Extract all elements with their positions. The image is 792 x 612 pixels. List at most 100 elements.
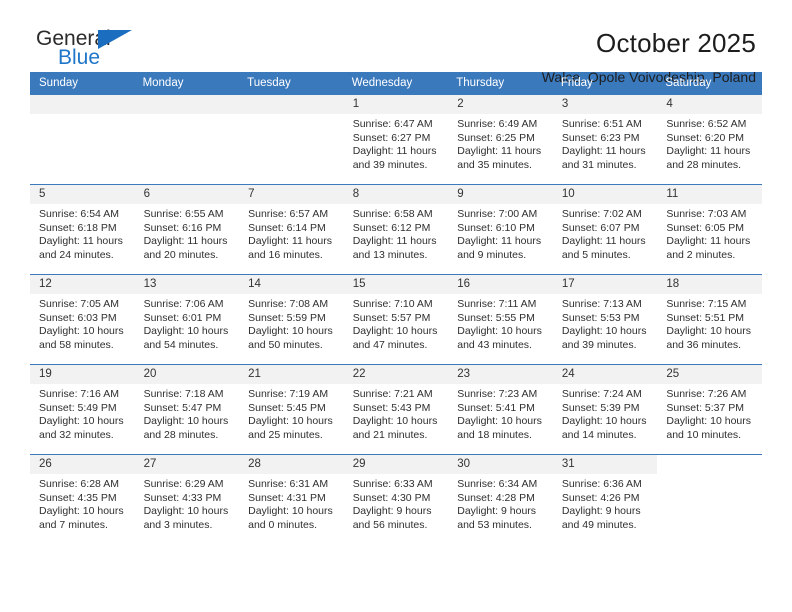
calendar-day-cell[interactable]: 12Sunrise: 7:05 AMSunset: 6:03 PMDayligh… xyxy=(30,275,135,365)
calendar-day-cell[interactable]: 27Sunrise: 6:29 AMSunset: 4:33 PMDayligh… xyxy=(135,455,240,545)
calendar-day-cell[interactable]: 1Sunrise: 6:47 AMSunset: 6:27 PMDaylight… xyxy=(344,95,449,185)
calendar-day-cell[interactable]: 29Sunrise: 6:33 AMSunset: 4:30 PMDayligh… xyxy=(344,455,449,545)
sunset-text: Sunset: 5:37 PM xyxy=(666,402,756,416)
calendar-day-cell[interactable]: 14Sunrise: 7:08 AMSunset: 5:59 PMDayligh… xyxy=(239,275,344,365)
calendar-day-cell[interactable]: 23Sunrise: 7:23 AMSunset: 5:41 PMDayligh… xyxy=(448,365,553,455)
day-cell-inner: 19Sunrise: 7:16 AMSunset: 5:49 PMDayligh… xyxy=(30,365,135,454)
daylight-text: and 20 minutes. xyxy=(144,249,234,263)
day-cell-inner: 11Sunrise: 7:03 AMSunset: 6:05 PMDayligh… xyxy=(657,185,762,274)
calendar-day-cell[interactable]: 20Sunrise: 7:18 AMSunset: 5:47 PMDayligh… xyxy=(135,365,240,455)
sunset-text: Sunset: 6:05 PM xyxy=(666,222,756,236)
day-number: 10 xyxy=(553,185,658,204)
day-details: Sunrise: 6:34 AMSunset: 4:28 PMDaylight:… xyxy=(448,474,553,532)
daylight-text: and 36 minutes. xyxy=(666,339,756,353)
day-details: Sunrise: 6:49 AMSunset: 6:25 PMDaylight:… xyxy=(448,114,553,172)
sunset-text: Sunset: 4:30 PM xyxy=(353,492,443,506)
calendar-day-cell[interactable]: 26Sunrise: 6:28 AMSunset: 4:35 PMDayligh… xyxy=(30,455,135,545)
daylight-text: Daylight: 10 hours xyxy=(248,505,338,519)
calendar-week-row: 1Sunrise: 6:47 AMSunset: 6:27 PMDaylight… xyxy=(30,95,762,185)
day-number: 23 xyxy=(448,365,553,384)
calendar-day-cell[interactable]: 25Sunrise: 7:26 AMSunset: 5:37 PMDayligh… xyxy=(657,365,762,455)
calendar-day-cell[interactable]: 2Sunrise: 6:49 AMSunset: 6:25 PMDaylight… xyxy=(448,95,553,185)
daylight-text: and 5 minutes. xyxy=(562,249,652,263)
day-number: 31 xyxy=(553,455,658,474)
day-cell-inner: 23Sunrise: 7:23 AMSunset: 5:41 PMDayligh… xyxy=(448,365,553,454)
day-details: Sunrise: 7:15 AMSunset: 5:51 PMDaylight:… xyxy=(657,294,762,352)
daylight-text: and 47 minutes. xyxy=(353,339,443,353)
sunrise-text: Sunrise: 6:34 AM xyxy=(457,478,547,492)
daylight-text: Daylight: 10 hours xyxy=(457,415,547,429)
calendar-day-cell[interactable]: 15Sunrise: 7:10 AMSunset: 5:57 PMDayligh… xyxy=(344,275,449,365)
sunrise-text: Sunrise: 6:31 AM xyxy=(248,478,338,492)
day-cell-inner: 24Sunrise: 7:24 AMSunset: 5:39 PMDayligh… xyxy=(553,365,658,454)
weekday-header-monday: Monday xyxy=(135,72,240,95)
sunset-text: Sunset: 6:27 PM xyxy=(353,132,443,146)
sunrise-text: Sunrise: 7:19 AM xyxy=(248,388,338,402)
day-number: 28 xyxy=(239,455,344,474)
day-cell-inner: 16Sunrise: 7:11 AMSunset: 5:55 PMDayligh… xyxy=(448,275,553,364)
sunset-text: Sunset: 6:10 PM xyxy=(457,222,547,236)
calendar-day-cell[interactable]: 17Sunrise: 7:13 AMSunset: 5:53 PMDayligh… xyxy=(553,275,658,365)
calendar-day-cell[interactable]: 30Sunrise: 6:34 AMSunset: 4:28 PMDayligh… xyxy=(448,455,553,545)
calendar-day-cell[interactable]: 8Sunrise: 6:58 AMSunset: 6:12 PMDaylight… xyxy=(344,185,449,275)
daylight-text: and 32 minutes. xyxy=(39,429,129,443)
calendar-day-cell[interactable]: 6Sunrise: 6:55 AMSunset: 6:16 PMDaylight… xyxy=(135,185,240,275)
sunrise-text: Sunrise: 7:13 AM xyxy=(562,298,652,312)
calendar-day-cell[interactable]: 18Sunrise: 7:15 AMSunset: 5:51 PMDayligh… xyxy=(657,275,762,365)
sunrise-text: Sunrise: 6:55 AM xyxy=(144,208,234,222)
day-number: 3 xyxy=(553,95,658,114)
calendar-day-cell[interactable]: 9Sunrise: 7:00 AMSunset: 6:10 PMDaylight… xyxy=(448,185,553,275)
calendar-day-cell[interactable]: 5Sunrise: 6:54 AMSunset: 6:18 PMDaylight… xyxy=(30,185,135,275)
day-number: 15 xyxy=(344,275,449,294)
day-number: 29 xyxy=(344,455,449,474)
calendar-day-cell[interactable]: 31Sunrise: 6:36 AMSunset: 4:26 PMDayligh… xyxy=(553,455,658,545)
sunset-text: Sunset: 5:59 PM xyxy=(248,312,338,326)
daylight-text: Daylight: 11 hours xyxy=(457,145,547,159)
daylight-text: Daylight: 11 hours xyxy=(39,235,129,249)
sunrise-text: Sunrise: 7:26 AM xyxy=(666,388,756,402)
daylight-text: Daylight: 10 hours xyxy=(666,415,756,429)
calendar-day-cell[interactable]: 19Sunrise: 7:16 AMSunset: 5:49 PMDayligh… xyxy=(30,365,135,455)
calendar-day-cell[interactable]: 11Sunrise: 7:03 AMSunset: 6:05 PMDayligh… xyxy=(657,185,762,275)
day-cell-inner: 20Sunrise: 7:18 AMSunset: 5:47 PMDayligh… xyxy=(135,365,240,454)
sunrise-text: Sunrise: 7:24 AM xyxy=(562,388,652,402)
day-cell-inner: 2Sunrise: 6:49 AMSunset: 6:25 PMDaylight… xyxy=(448,95,553,184)
day-details: Sunrise: 7:23 AMSunset: 5:41 PMDaylight:… xyxy=(448,384,553,442)
day-number: 24 xyxy=(553,365,658,384)
day-cell-inner: 10Sunrise: 7:02 AMSunset: 6:07 PMDayligh… xyxy=(553,185,658,274)
calendar-day-cell[interactable]: 3Sunrise: 6:51 AMSunset: 6:23 PMDaylight… xyxy=(553,95,658,185)
daylight-text: Daylight: 10 hours xyxy=(457,325,547,339)
daylight-text: and 10 minutes. xyxy=(666,429,756,443)
day-number: 5 xyxy=(30,185,135,204)
daylight-text: Daylight: 10 hours xyxy=(666,325,756,339)
daylight-text: Daylight: 10 hours xyxy=(144,415,234,429)
day-number: 22 xyxy=(344,365,449,384)
calendar-empty-cell xyxy=(135,95,240,185)
calendar-week-row: 5Sunrise: 6:54 AMSunset: 6:18 PMDaylight… xyxy=(30,185,762,275)
sunset-text: Sunset: 4:28 PM xyxy=(457,492,547,506)
sunrise-text: Sunrise: 7:18 AM xyxy=(144,388,234,402)
brand-logo[interactable]: General Blue xyxy=(30,28,150,78)
daylight-text: and 14 minutes. xyxy=(562,429,652,443)
sunset-text: Sunset: 6:14 PM xyxy=(248,222,338,236)
day-number: 8 xyxy=(344,185,449,204)
day-details: Sunrise: 6:31 AMSunset: 4:31 PMDaylight:… xyxy=(239,474,344,532)
day-cell-inner: 17Sunrise: 7:13 AMSunset: 5:53 PMDayligh… xyxy=(553,275,658,364)
day-cell-inner: 14Sunrise: 7:08 AMSunset: 5:59 PMDayligh… xyxy=(239,275,344,364)
calendar-day-cell[interactable]: 13Sunrise: 7:06 AMSunset: 6:01 PMDayligh… xyxy=(135,275,240,365)
calendar-day-cell[interactable]: 4Sunrise: 6:52 AMSunset: 6:20 PMDaylight… xyxy=(657,95,762,185)
sunrise-text: Sunrise: 7:02 AM xyxy=(562,208,652,222)
calendar-day-cell[interactable]: 28Sunrise: 6:31 AMSunset: 4:31 PMDayligh… xyxy=(239,455,344,545)
daylight-text: Daylight: 9 hours xyxy=(353,505,443,519)
calendar-day-cell[interactable]: 24Sunrise: 7:24 AMSunset: 5:39 PMDayligh… xyxy=(553,365,658,455)
calendar-day-cell[interactable]: 21Sunrise: 7:19 AMSunset: 5:45 PMDayligh… xyxy=(239,365,344,455)
calendar-day-cell[interactable]: 22Sunrise: 7:21 AMSunset: 5:43 PMDayligh… xyxy=(344,365,449,455)
daylight-text: and 18 minutes. xyxy=(457,429,547,443)
day-cell-inner: 6Sunrise: 6:55 AMSunset: 6:16 PMDaylight… xyxy=(135,185,240,274)
day-details: Sunrise: 7:08 AMSunset: 5:59 PMDaylight:… xyxy=(239,294,344,352)
calendar-day-cell[interactable]: 16Sunrise: 7:11 AMSunset: 5:55 PMDayligh… xyxy=(448,275,553,365)
calendar-day-cell[interactable]: 10Sunrise: 7:02 AMSunset: 6:07 PMDayligh… xyxy=(553,185,658,275)
calendar-day-cell[interactable]: 7Sunrise: 6:57 AMSunset: 6:14 PMDaylight… xyxy=(239,185,344,275)
sunset-text: Sunset: 4:35 PM xyxy=(39,492,129,506)
day-number: 18 xyxy=(657,275,762,294)
